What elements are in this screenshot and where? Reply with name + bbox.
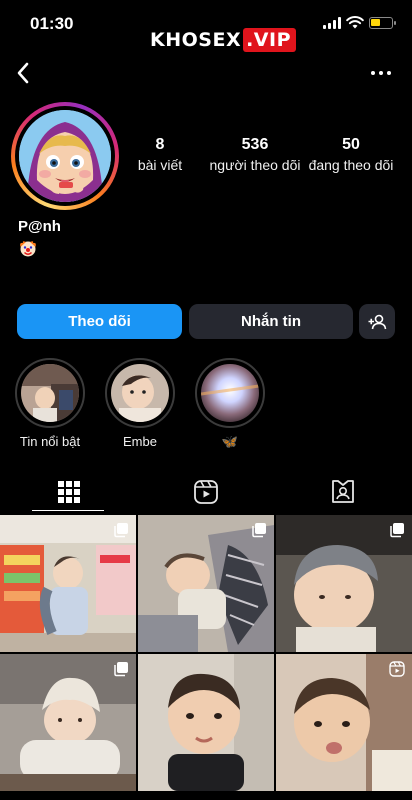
highlight-item[interactable]: 🦋 xyxy=(194,358,266,450)
profile-tabs xyxy=(0,470,412,514)
reels-icon xyxy=(193,480,218,504)
carousel-icon xyxy=(390,523,404,538)
highlight-label: 🦋 xyxy=(221,434,239,449)
highlight-label: Tin nổi bật xyxy=(19,434,81,449)
highlight-item[interactable]: Embe xyxy=(104,358,176,449)
posts-label: bài viết xyxy=(137,157,183,173)
posts-count: 8 xyxy=(155,136,165,153)
highlight-cover xyxy=(111,364,169,422)
message-button[interactable]: Nhắn tin xyxy=(189,304,353,339)
suggest-users-button[interactable] xyxy=(359,304,395,339)
followers-count: 536 xyxy=(241,136,269,153)
post-thumbnail[interactable] xyxy=(276,654,412,791)
follow-button[interactable]: Theo dõi xyxy=(17,304,182,339)
following-count: 50 xyxy=(342,136,360,153)
active-tab-indicator xyxy=(32,510,104,511)
post-thumbnail[interactable] xyxy=(138,654,274,791)
posts-grid xyxy=(0,515,412,800)
profile-avatar[interactable] xyxy=(11,102,119,210)
tagged-icon xyxy=(331,480,354,503)
tab-posts-grid[interactable] xyxy=(0,470,137,514)
wifi-icon xyxy=(346,16,364,29)
post-thumbnail[interactable] xyxy=(276,515,412,652)
grid-icon xyxy=(57,481,80,503)
clown-face-icon xyxy=(20,241,36,257)
add-user-icon xyxy=(368,314,387,329)
back-chevron-icon[interactable] xyxy=(8,58,38,88)
profile-name: P@nh xyxy=(18,218,61,235)
carousel-icon xyxy=(252,523,266,538)
stat-followers[interactable]: 536 người theo dõi xyxy=(208,136,302,173)
highlight-label: Embe xyxy=(123,434,157,449)
cellular-signal-icon xyxy=(323,17,341,29)
status-time: 01:30 xyxy=(30,14,74,33)
reels-icon xyxy=(389,661,405,677)
battery-icon xyxy=(369,17,396,29)
highlight-cover xyxy=(201,364,259,422)
post-thumbnail[interactable] xyxy=(0,654,136,791)
post-thumbnail[interactable] xyxy=(138,515,274,652)
highlight-item[interactable]: Tin nổi bật xyxy=(14,358,86,449)
stat-posts[interactable]: 8 bài viết xyxy=(133,136,187,173)
highlight-cover xyxy=(21,364,79,422)
following-label: đang theo dõi xyxy=(308,157,394,173)
watermark-logo: KHOSEX .VIP xyxy=(150,27,297,53)
tab-tagged[interactable] xyxy=(274,470,411,514)
stat-following[interactable]: 50 đang theo dõi xyxy=(306,136,396,173)
post-thumbnail[interactable] xyxy=(0,515,136,652)
carousel-icon xyxy=(114,523,128,538)
followers-label: người theo dõi xyxy=(209,157,301,173)
tab-reels[interactable] xyxy=(137,470,274,514)
avatar-image xyxy=(19,110,111,202)
watermark-tld: .VIP xyxy=(243,28,297,52)
watermark-text: KHOSEX xyxy=(150,29,242,51)
more-options-icon[interactable] xyxy=(366,60,396,86)
carousel-icon xyxy=(114,662,128,677)
